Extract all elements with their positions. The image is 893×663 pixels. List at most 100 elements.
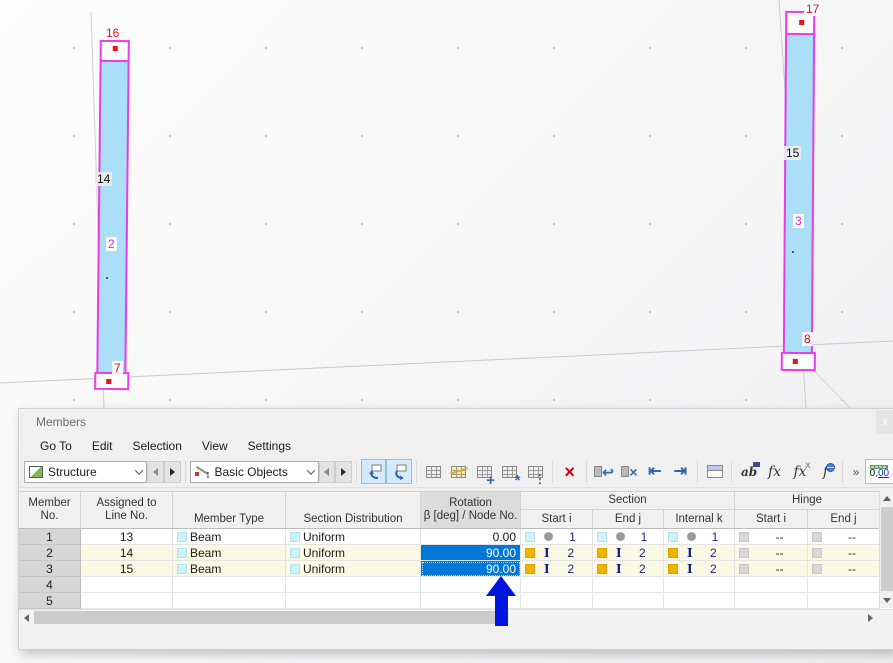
col-header-end-j[interactable]: End j: [593, 510, 664, 528]
section-distribution-cell[interactable]: Uniform: [286, 529, 421, 545]
scroll-down-icon[interactable]: [880, 593, 893, 608]
line-no-cell[interactable]: 13: [81, 529, 173, 545]
member-2-top-end[interactable]: [99, 39, 130, 63]
regenerate-table-button[interactable]: *: [497, 459, 522, 488]
col-header-member-type[interactable]: Member Type: [173, 492, 286, 528]
section-distribution-cell[interactable]: Uniform: [286, 561, 421, 577]
decimal-places-button[interactable]: 0,00: [864, 459, 893, 484]
node-17-dot[interactable]: [799, 19, 805, 26]
line-no-cell[interactable]: 14: [81, 545, 173, 561]
hinge-end-cell[interactable]: [808, 577, 880, 593]
combo1-next-button[interactable]: [163, 460, 181, 483]
hinge-start-cell[interactable]: --: [735, 529, 808, 545]
delete-rows-button[interactable]: ×: [617, 459, 642, 484]
hinge-start-cell[interactable]: [735, 593, 808, 609]
member-3-shape[interactable]: [780, 10, 816, 372]
node-16-dot[interactable]: [112, 45, 118, 52]
col-header-assigned-line[interactable]: Assigned to Line No.: [81, 492, 173, 528]
edit-table-button[interactable]: [446, 459, 471, 484]
member-type-cell[interactable]: Beam: [173, 529, 286, 545]
row-number-cell[interactable]: 1: [19, 529, 81, 545]
select-in-model-toggle[interactable]: [386, 459, 412, 484]
section-internal-cell[interactable]: [664, 577, 735, 593]
menu-settings[interactable]: Settings: [238, 437, 301, 455]
col-header-hinge-start-i[interactable]: Start i: [735, 510, 808, 528]
col-header-internal-k[interactable]: Internal k: [664, 510, 735, 528]
member-3-bottom-end[interactable]: [780, 351, 816, 372]
hinge-end-cell[interactable]: --: [808, 561, 880, 577]
add-row-button[interactable]: +: [472, 459, 497, 488]
line-no-cell[interactable]: [81, 593, 173, 609]
member-2-body[interactable]: [96, 59, 130, 375]
section-start-cell[interactable]: I2: [521, 561, 593, 577]
menu-go-to[interactable]: Go To: [30, 437, 82, 455]
row-number-cell[interactable]: 4: [19, 577, 81, 593]
menu-selection[interactable]: Selection: [123, 437, 192, 455]
member-type-cell[interactable]: Beam: [173, 545, 286, 561]
section-distribution-cell[interactable]: [286, 577, 421, 593]
section-end-cell[interactable]: I2: [593, 561, 664, 577]
row-number-cell[interactable]: 3: [19, 561, 81, 577]
section-end-cell[interactable]: [593, 577, 664, 593]
rotation-cell[interactable]: 0.00: [421, 529, 521, 545]
renumber-table-button[interactable]: ⋮: [522, 459, 547, 485]
vertical-scrollbar[interactable]: [879, 491, 893, 608]
member-2-shape[interactable]: [94, 39, 130, 391]
vertical-scroll-thumb[interactable]: [881, 507, 893, 591]
menu-edit[interactable]: Edit: [82, 437, 123, 455]
section-start-cell[interactable]: [521, 593, 593, 609]
table-view-button[interactable]: [702, 459, 727, 484]
scroll-right-icon[interactable]: [863, 610, 878, 625]
section-start-cell[interactable]: [521, 577, 593, 593]
menu-view[interactable]: View: [192, 437, 238, 455]
col-header-member-no[interactable]: Member No.: [19, 492, 81, 528]
col-header-section-distribution[interactable]: Section Distribution: [286, 492, 421, 528]
col-header-start-i[interactable]: Start i: [521, 510, 593, 528]
delete-table-button[interactable]: ×: [557, 459, 582, 484]
scroll-up-icon[interactable]: [880, 491, 893, 506]
rotation-cell-focused[interactable]: 90.00: [421, 561, 521, 577]
section-internal-cell[interactable]: I2: [664, 561, 735, 577]
col-header-hinge-end-j[interactable]: End j: [808, 510, 880, 528]
section-end-cell[interactable]: I2: [593, 545, 664, 561]
section-start-cell[interactable]: 1: [521, 529, 593, 545]
formula-button[interactable]: fx: [762, 459, 787, 484]
combo2-next-button[interactable]: [335, 460, 352, 483]
row-number-cell[interactable]: 5: [19, 593, 81, 609]
line-no-cell[interactable]: 15: [81, 561, 173, 577]
global-parameters-button[interactable]: f: [813, 459, 838, 484]
member-type-cell[interactable]: [173, 577, 286, 593]
member-type-cell[interactable]: Beam: [173, 561, 286, 577]
delete-formula-button[interactable]: fx x: [787, 459, 812, 484]
member-type-cell[interactable]: [173, 593, 286, 609]
hinge-end-cell[interactable]: [808, 593, 880, 609]
hinge-end-cell[interactable]: --: [808, 545, 880, 561]
group-header-hinge[interactable]: Hinge: [735, 492, 880, 510]
hinge-end-cell[interactable]: --: [808, 529, 880, 545]
append-row-button[interactable]: ⇥: [668, 459, 693, 484]
basic-objects-combo[interactable]: I Basic Objects: [189, 460, 319, 483]
hinge-start-cell[interactable]: --: [735, 545, 808, 561]
structure-combo[interactable]: Structure: [24, 460, 148, 483]
horizontal-scrollbar[interactable]: [19, 609, 893, 624]
panel-titlebar[interactable]: Members x: [19, 409, 893, 435]
row-number-cell[interactable]: 2: [19, 545, 81, 561]
section-internal-cell[interactable]: I2: [664, 545, 735, 561]
toolbar-overflow-button[interactable]: »: [847, 459, 865, 484]
col-header-rotation[interactable]: Rotation β [deg] / Node No.: [421, 492, 521, 528]
paste-rows-button[interactable]: ↩: [591, 459, 616, 484]
section-start-cell[interactable]: I2: [521, 545, 593, 561]
combo2-prev-button[interactable]: [318, 460, 336, 483]
rename-button[interactable]: ab: [736, 459, 761, 484]
close-icon[interactable]: x: [876, 410, 893, 434]
group-header-section[interactable]: Section: [521, 492, 735, 510]
hinge-start-cell[interactable]: [735, 577, 808, 593]
section-internal-cell[interactable]: [664, 593, 735, 609]
node-8-dot[interactable]: [792, 358, 798, 364]
horizontal-scroll-thumb[interactable]: [34, 611, 501, 624]
section-end-cell[interactable]: 1: [593, 529, 664, 545]
node-7-dot[interactable]: [106, 378, 112, 384]
line-no-cell[interactable]: [81, 577, 173, 593]
section-distribution-cell[interactable]: [286, 593, 421, 609]
section-distribution-cell[interactable]: Uniform: [286, 545, 421, 561]
